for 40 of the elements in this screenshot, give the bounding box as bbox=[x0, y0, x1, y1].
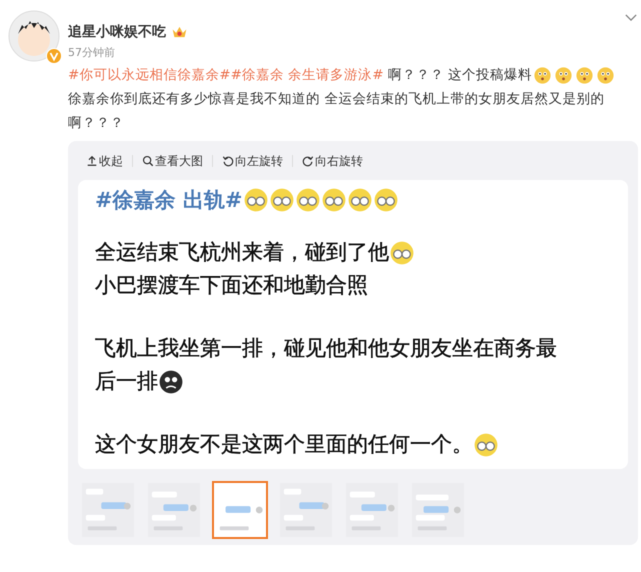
emoji-icon bbox=[322, 188, 346, 212]
emoji-icon bbox=[534, 66, 552, 84]
collapse-icon bbox=[86, 155, 98, 167]
screenshot-text: 小巴摆渡车下面还和地勤合照 bbox=[95, 272, 368, 299]
crown-badge-icon bbox=[171, 25, 188, 39]
post-text: 徐嘉余你到底还有多少惊喜是我不知道的 全运会结束的飞机上带的女朋友居然又是别的 bbox=[68, 90, 604, 109]
emoji-icon bbox=[159, 370, 183, 394]
avatar[interactable] bbox=[8, 10, 60, 62]
screenshot-text: 飞机上我坐第一排，碰见他和他女朋友坐在商务最 bbox=[95, 335, 557, 362]
post-text: 啊？？？ bbox=[68, 114, 124, 133]
rotate-left-icon bbox=[222, 155, 234, 167]
thumbnail[interactable] bbox=[80, 481, 136, 539]
toolbar-button[interactable]: 向右旋转 bbox=[302, 152, 363, 170]
toolbar-button[interactable]: 查看大图 bbox=[142, 152, 203, 170]
thumbnail[interactable] bbox=[344, 481, 400, 539]
thumbnail[interactable] bbox=[410, 481, 466, 539]
thumbnail[interactable] bbox=[212, 481, 268, 539]
emoji-icon bbox=[244, 188, 268, 212]
thumbnail[interactable] bbox=[146, 481, 202, 539]
screenshot-text: 后一排 bbox=[95, 368, 158, 395]
emoji-icon bbox=[474, 432, 498, 456]
screenshot-text: 这个女朋友不是这两个里面的任何一个。 bbox=[95, 431, 473, 458]
emoji-icon bbox=[374, 188, 398, 212]
emoji-icon bbox=[348, 188, 372, 212]
emoji-icon bbox=[576, 66, 594, 84]
emoji-icon bbox=[270, 188, 294, 212]
author-name[interactable]: 追星小咪娱不吃 bbox=[68, 23, 166, 41]
emoji-icon bbox=[597, 66, 614, 84]
emoji-icon bbox=[296, 188, 320, 212]
post-text: 啊？？？ 这个投稿爆料 bbox=[386, 66, 532, 85]
toolbar-button[interactable]: 向左旋转 bbox=[222, 152, 283, 170]
screenshot-text: 全运结束飞杭州来着，碰到了他 bbox=[95, 239, 389, 266]
emoji-icon bbox=[555, 66, 572, 84]
hashtag-title: #徐嘉余 出轨# bbox=[95, 187, 243, 214]
toolbar-button[interactable]: 收起 bbox=[86, 152, 123, 170]
chevron-down-icon[interactable] bbox=[625, 14, 637, 21]
emoji-icon bbox=[390, 240, 414, 264]
thumbnail[interactable] bbox=[278, 481, 334, 539]
rotate-right-icon bbox=[302, 155, 314, 167]
search-icon bbox=[142, 155, 154, 167]
